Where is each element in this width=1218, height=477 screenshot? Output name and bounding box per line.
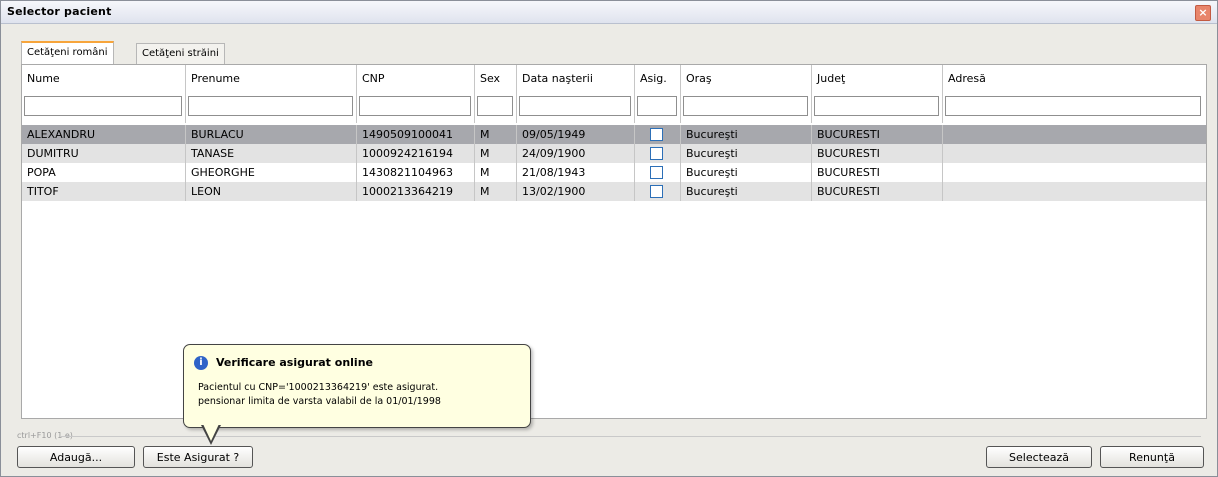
column-oras[interactable]: Oraş [681, 65, 812, 123]
column-label: Adresă [948, 72, 986, 85]
cell-data: 21/08/1943 [517, 163, 635, 182]
close-icon[interactable]: × [1195, 5, 1211, 21]
cell-data: 13/02/1900 [517, 182, 635, 201]
tab-foreign-citizens[interactable]: Cetăţeni străini [136, 43, 225, 64]
filter-oras-input[interactable] [683, 96, 808, 116]
cell-nume: POPA [22, 163, 186, 182]
column-label: Prenume [191, 72, 240, 85]
cell-judet: BUCURESTI [812, 163, 943, 182]
cancel-button[interactable]: Renunţă [1100, 446, 1204, 468]
separator-line [61, 436, 1201, 437]
asigurat-checkbox[interactable] [650, 185, 663, 198]
cell-data: 09/05/1949 [517, 125, 635, 144]
column-prenume[interactable]: Prenume [186, 65, 357, 123]
cell-asig [635, 163, 681, 182]
cell-adresa [943, 125, 1206, 144]
column-sex[interactable]: Sex [475, 65, 517, 123]
window-title: Selector pacient [7, 5, 112, 18]
cell-prenume: TANASE [186, 144, 357, 163]
tooltip-line: Pacientul cu CNP='1000213364219' este as… [198, 382, 439, 393]
cell-judet: BUCURESTI [812, 182, 943, 201]
column-label: Oraş [686, 72, 712, 85]
cell-asig [635, 125, 681, 144]
cell-sex: M [475, 182, 517, 201]
cell-cnp: 1000924216194 [357, 144, 475, 163]
table-row[interactable]: ALEXANDRU BURLACU 1490509100041 M 09/05/… [22, 125, 1206, 144]
filter-adresa-input[interactable] [945, 96, 1201, 116]
cell-asig [635, 182, 681, 201]
add-button[interactable]: Adaugă... [17, 446, 135, 468]
filter-data-input[interactable] [519, 96, 631, 116]
filter-prenume-input[interactable] [188, 96, 353, 116]
column-label: Sex [480, 72, 501, 85]
table-row[interactable]: DUMITRU TANASE 1000924216194 M 24/09/190… [22, 144, 1206, 163]
cell-oras: Bucureşti [681, 144, 812, 163]
patient-selector-window: Selector pacient × Cetăţeni români Cetăţ… [0, 0, 1218, 477]
select-button[interactable]: Selectează [986, 446, 1092, 468]
cell-sex: M [475, 125, 517, 144]
check-insured-button[interactable]: Este Asigurat ? [143, 446, 253, 468]
table-row[interactable]: POPA GHEORGHE 1430821104963 M 21/08/1943… [22, 163, 1206, 182]
cell-oras: Bucureşti [681, 163, 812, 182]
tooltip-line: pensionar limita de varsta valabil de la… [198, 396, 441, 407]
column-label: Data naşterii [522, 72, 593, 85]
title-bar: Selector pacient × [1, 1, 1217, 24]
cell-judet: BUCURESTI [812, 125, 943, 144]
column-label: Judeţ [817, 72, 846, 85]
column-cnp[interactable]: CNP [357, 65, 475, 123]
cell-oras: Bucureşti [681, 182, 812, 201]
column-adresa[interactable]: Adresă [943, 65, 1205, 123]
cell-cnp: 1000213364219 [357, 182, 475, 201]
cell-adresa [943, 182, 1206, 201]
cell-judet: BUCURESTI [812, 144, 943, 163]
column-asig[interactable]: Asig. [635, 65, 681, 123]
table-row[interactable]: TITOF LEON 1000213364219 M 13/02/1900 Bu… [22, 182, 1206, 201]
filter-nume-input[interactable] [24, 96, 182, 116]
tooltip-tail-fill [203, 424, 219, 441]
asigurat-checkbox[interactable] [650, 128, 663, 141]
filter-cnp-input[interactable] [359, 96, 471, 116]
asigurat-checkbox[interactable] [650, 147, 663, 160]
cell-oras: Bucureşti [681, 125, 812, 144]
filter-asig-input[interactable] [637, 96, 677, 116]
cell-prenume: LEON [186, 182, 357, 201]
cell-prenume: GHEORGHE [186, 163, 357, 182]
cell-adresa [943, 163, 1206, 182]
filter-sex-input[interactable] [477, 96, 513, 116]
cell-cnp: 1430821104963 [357, 163, 475, 182]
column-data-nasterii[interactable]: Data naşterii [517, 65, 635, 123]
cell-sex: M [475, 144, 517, 163]
cell-nume: DUMITRU [22, 144, 186, 163]
insurance-tooltip: i Verificare asigurat online Pacientul c… [183, 344, 531, 428]
cell-sex: M [475, 163, 517, 182]
tab-romanian-citizens[interactable]: Cetăţeni români [21, 41, 114, 65]
column-judet[interactable]: Judeţ [812, 65, 943, 123]
cell-cnp: 1490509100041 [357, 125, 475, 144]
cell-prenume: BURLACU [186, 125, 357, 144]
info-icon: i [194, 356, 208, 370]
column-label: Nume [27, 72, 60, 85]
cell-asig [635, 144, 681, 163]
tooltip-title: Verificare asigurat online [216, 356, 373, 369]
column-label: Asig. [640, 72, 667, 85]
cell-nume: ALEXANDRU [22, 125, 186, 144]
asigurat-checkbox[interactable] [650, 166, 663, 179]
cell-data: 24/09/1900 [517, 144, 635, 163]
column-nume[interactable]: Nume [22, 65, 186, 123]
column-label: CNP [362, 72, 385, 85]
filter-judet-input[interactable] [814, 96, 939, 116]
cell-nume: TITOF [22, 182, 186, 201]
tooltip-text: Pacientul cu CNP='1000213364219' este as… [198, 381, 524, 409]
cell-adresa [943, 144, 1206, 163]
